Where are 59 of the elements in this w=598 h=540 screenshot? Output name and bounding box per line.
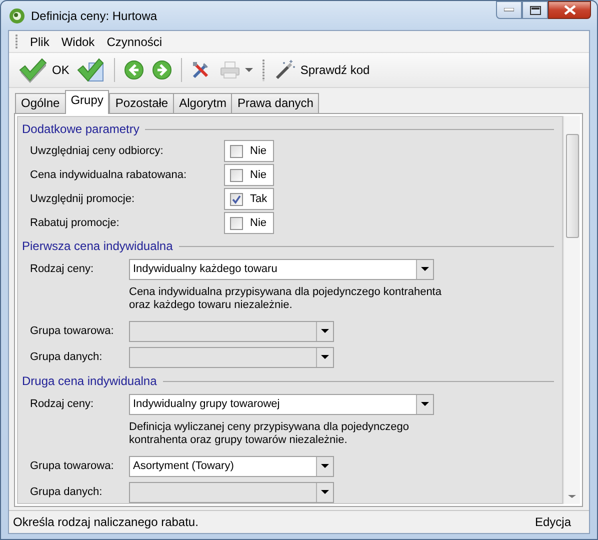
- description-text: Definicja wyliczanej ceny przypisywana dla pojedynczego kontrahenta oraz grupy towarów niezależnie.: [128, 420, 410, 447]
- app-icon: [9, 8, 25, 24]
- dropdown-arrow-icon: [321, 355, 329, 359]
- field-label: Grupa danych:: [30, 486, 104, 498]
- dropdown-arrow-icon: [321, 464, 329, 468]
- tab[interactable]: Grupy: [64, 90, 110, 114]
- check-code-button[interactable]: Sprawdź kod: [271, 57, 373, 83]
- status-message: Określa rodzaj naliczanego rabatu.: [13, 515, 200, 529]
- checkbox-field[interactable]: Tak: [224, 188, 274, 210]
- checkbox[interactable]: [230, 192, 243, 206]
- description-text: Cena indywidualna przypisywana dla pojedynczego kontrahenta oraz każdego towaru niezależnie.: [128, 285, 442, 312]
- dropdown-field[interactable]: Indywidualny każdego towaru: [129, 258, 434, 280]
- field-label: Rodzaj ceny:: [30, 263, 95, 275]
- scroll-down-icon[interactable]: [568, 494, 576, 498]
- field-label: Grupa danych:: [30, 351, 104, 363]
- field-label: Rodzaj ceny:: [30, 398, 95, 410]
- section-title: Druga cena indywidualna: [22, 374, 157, 388]
- tab[interactable]: Ogólne: [15, 93, 66, 113]
- checkbox-field[interactable]: Nie: [224, 212, 274, 234]
- menu-item[interactable]: Widok: [55, 32, 101, 50]
- dropdown-arrow-icon: [321, 490, 329, 494]
- checkbox-field[interactable]: Nie: [224, 164, 274, 186]
- tab[interactable]: Prawa danych: [231, 93, 320, 113]
- maximize-icon: [530, 6, 540, 14]
- dropdown-arrow-icon: [421, 267, 429, 271]
- field-label: Uwzględnij promocje:: [30, 193, 136, 205]
- section-title: Dodatkowe parametry: [22, 122, 140, 136]
- dropdown-field[interactable]: Asortyment (Towary): [129, 456, 334, 476]
- field-label: Grupa towarowa:: [30, 460, 115, 472]
- check-document-icon: [77, 57, 106, 83]
- checkbox[interactable]: [230, 216, 243, 230]
- magic-wand-icon: [274, 59, 296, 81]
- maximize-button[interactable]: [522, 1, 548, 19]
- field-label: Cena indywidualna rabatowana:: [30, 169, 188, 181]
- check-icon: [18, 57, 48, 83]
- field-label: Uwzględniaj ceny odbiorcy:: [30, 145, 164, 157]
- field-label: Rabatuj promocje:: [30, 217, 120, 229]
- tab[interactable]: Algorytm: [173, 93, 232, 113]
- dropdown-arrow-icon: [245, 68, 254, 72]
- status-mode: Edycja: [534, 515, 571, 529]
- close-icon: [564, 5, 576, 15]
- minimize-icon: [504, 8, 514, 12]
- field-label: Grupa towarowa:: [30, 325, 115, 337]
- dropdown-field[interactable]: Indywidualny grupy towarowej: [129, 394, 434, 414]
- close-button[interactable]: [548, 1, 591, 19]
- dropdown-arrow-icon: [321, 329, 329, 333]
- checkbox-field[interactable]: Nie: [224, 140, 274, 162]
- minimize-button[interactable]: [496, 1, 522, 19]
- checkbox[interactable]: [230, 168, 243, 182]
- dropdown-arrow-icon: [421, 402, 429, 406]
- scrollbar-thumb[interactable]: [566, 134, 578, 238]
- menu-item[interactable]: Czynności: [100, 32, 168, 50]
- window-title: Definicja ceny: Hurtowa: [31, 8, 158, 22]
- tab[interactable]: Pozostałe: [109, 93, 174, 113]
- ok-button[interactable]: OK: [15, 55, 72, 85]
- menu-item[interactable]: Plik: [24, 32, 56, 50]
- printer-icon: [219, 60, 242, 80]
- section-title: Pierwsza cena indywidualna: [22, 239, 173, 253]
- checkbox[interactable]: [230, 144, 243, 158]
